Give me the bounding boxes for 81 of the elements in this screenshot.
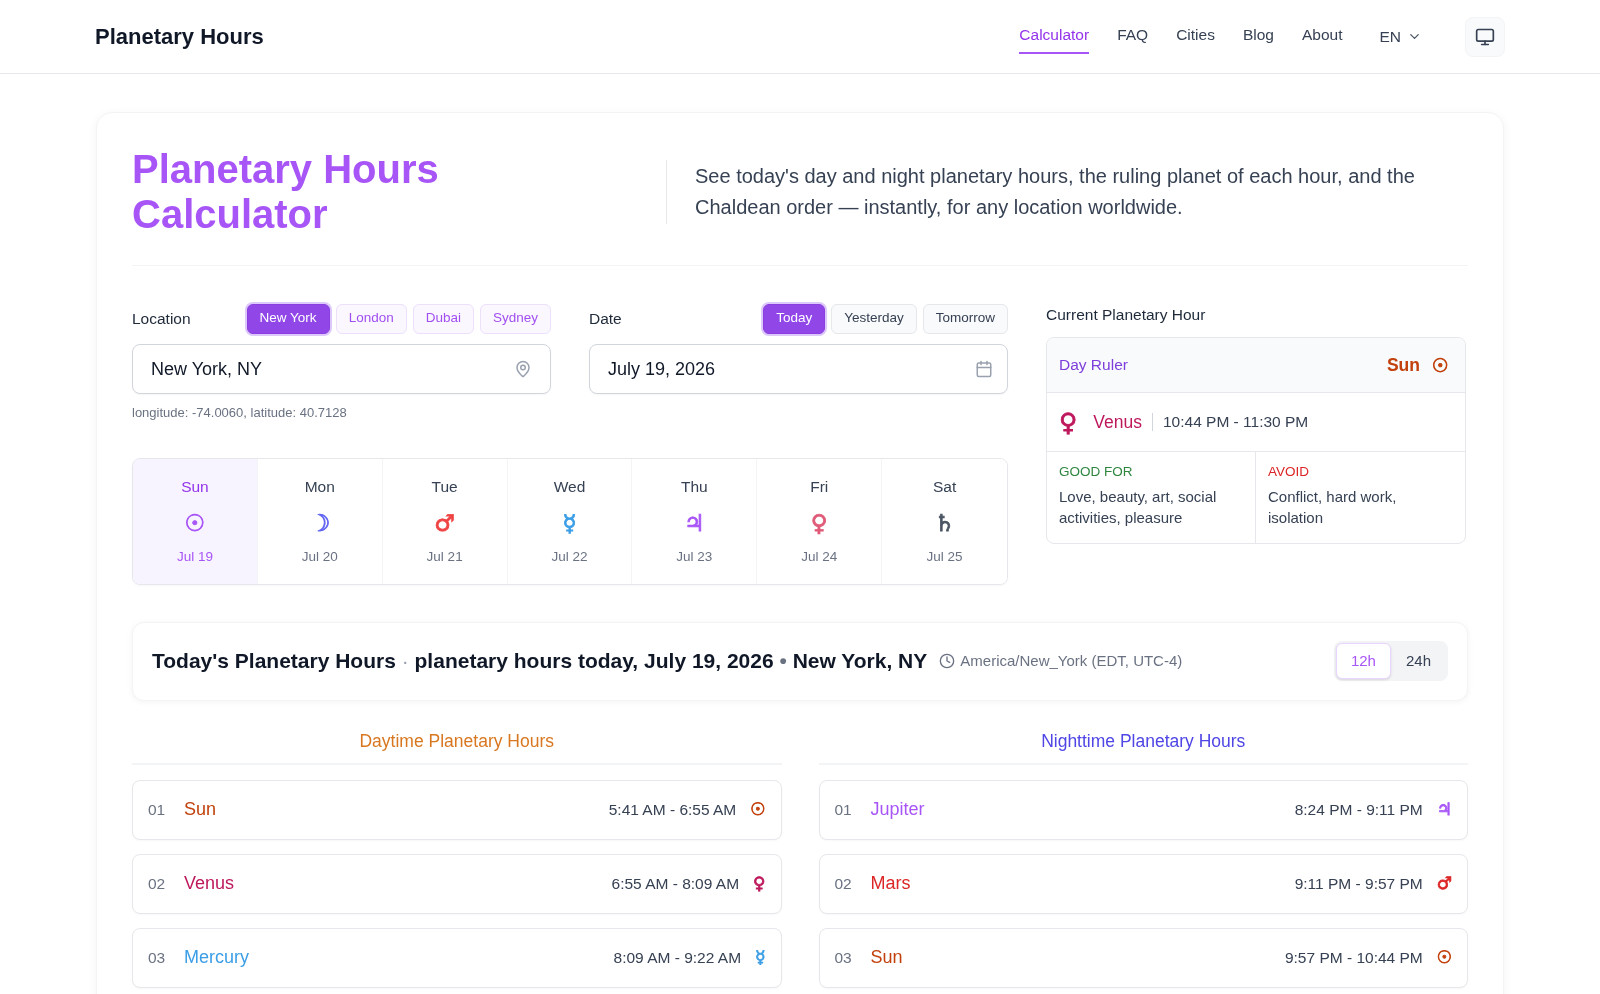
- nav-link[interactable]: Blog: [1242, 19, 1274, 54]
- timezone-text: America/New_York (EDT, UTC-4): [960, 650, 1183, 671]
- planet-name: Sun: [1386, 353, 1420, 377]
- hour-number: 03: [834, 947, 853, 968]
- planet-name: Sun: [184, 798, 217, 821]
- planet-symbol-icon: ♂: [1436, 875, 1452, 892]
- nav-link[interactable]: FAQ: [1117, 19, 1149, 54]
- hour-number: 02: [148, 873, 167, 894]
- nav-link[interactable]: Cities: [1176, 19, 1215, 54]
- language-select[interactable]: EN: [1379, 24, 1422, 49]
- good-for-text: Love, beauty, art, social activities, pleasure: [1059, 487, 1218, 529]
- planet-symbol-icon: ☿: [755, 949, 766, 966]
- day-button[interactable]: Yesterday: [831, 303, 917, 334]
- day-ruler-label: Day Ruler: [1059, 355, 1128, 376]
- column-heading: Daytime Planetary Hours: [132, 728, 782, 765]
- coordinates-text: longitude: -74.0060, latitude: 40.7128: [132, 404, 348, 422]
- planet-symbol-icon: ♃: [684, 512, 705, 535]
- format-tab[interactable]: 24h: [1390, 643, 1446, 679]
- city-button[interactable]: Sydney: [479, 303, 551, 334]
- planet-symbol-icon: ☿: [562, 512, 577, 535]
- clock-icon: [939, 653, 956, 669]
- planet-symbol-icon: ♂: [434, 512, 455, 535]
- planet-name: Mars: [870, 872, 911, 895]
- planet-symbol-icon: ☉: [1436, 949, 1452, 966]
- planet-name: Sun: [870, 946, 903, 969]
- nav-link[interactable]: Calculator: [1019, 19, 1090, 54]
- day-button[interactable]: Today: [763, 303, 826, 334]
- field-label: Date: [589, 308, 622, 329]
- weekday-tab[interactable]: Sat ♄ Jul 25: [882, 458, 1007, 584]
- city-button[interactable]: London: [335, 303, 407, 334]
- planet-symbol-icon: ♃: [1436, 801, 1452, 818]
- good-for-label: GOOD FOR: [1059, 463, 1134, 481]
- time-range: 9:57 PM - 10:44 PM: [1284, 947, 1423, 968]
- monitor-icon: [1475, 26, 1495, 47]
- planet-symbol-icon: ♀: [753, 875, 766, 892]
- map-pin-icon: [514, 360, 532, 378]
- time-range: 8:09 AM - 9:22 AM: [613, 947, 742, 968]
- weekday-tab[interactable]: Mon ☽ Jul 20: [257, 458, 383, 584]
- planet-symbol-icon: ♀: [810, 512, 828, 535]
- weekday-tab[interactable]: Tue ♂ Jul 21: [382, 458, 508, 584]
- location-input[interactable]: New York, NY: [132, 344, 551, 394]
- weekday-tab[interactable]: Wed ☿ Jul 22: [507, 458, 633, 584]
- date-input[interactable]: July 19, 2026: [589, 344, 1008, 394]
- planet-name: Mercury: [184, 946, 249, 969]
- weekday-tab[interactable]: Fri ♀ Jul 24: [757, 458, 883, 584]
- site-logo[interactable]: Planetary Hours: [95, 20, 264, 53]
- planet-name: Jupiter: [870, 798, 925, 821]
- planet-symbol-icon: ♀: [1059, 409, 1078, 435]
- page-description: See today's day and night planetary hours, the ruling planet of each hour, and the Chaldean order — instantly, for any location worldwide.: [695, 164, 1416, 220]
- hour-number: 02: [834, 873, 853, 894]
- time-range: 5:41 AM - 6:55 AM: [608, 799, 737, 820]
- time-range: 9:11 PM - 9:57 PM: [1294, 873, 1423, 894]
- planet-symbol-icon: ♄: [934, 512, 955, 535]
- avoid-text: Conflict, hard work, isolation: [1268, 487, 1398, 529]
- calendar-icon: [975, 360, 993, 378]
- planet-symbol-icon: ☉: [184, 512, 206, 535]
- time-range: 10:44 PM - 11:30 PM: [1162, 412, 1309, 433]
- city-button[interactable]: Dubai: [412, 303, 474, 334]
- time-range: 6:55 AM - 8:09 AM: [611, 873, 740, 894]
- nav-link[interactable]: About: [1301, 19, 1343, 54]
- format-tab[interactable]: 12h: [1335, 643, 1391, 679]
- weekday-tab[interactable]: Sun ☉ Jul 19: [133, 458, 258, 584]
- hour-number: 03: [148, 947, 167, 968]
- hour-number: 01: [148, 799, 167, 820]
- planet-name: Venus: [1093, 410, 1142, 434]
- city-button[interactable]: New York: [246, 303, 330, 334]
- schedule-heading: Today's Planetary Hours · planetary hours today, July 19, 2026 • New York, NY: [152, 648, 928, 675]
- planet-symbol-icon: ☉: [1431, 355, 1449, 375]
- day-button[interactable]: Tomorrow: [922, 303, 1008, 334]
- planet-symbol-icon: ☉: [750, 801, 766, 818]
- field-label: Location: [132, 308, 191, 329]
- panel-label: Current Planetary Hour: [1046, 305, 1207, 325]
- page-title: Planetary Hours Calculator: [132, 147, 440, 237]
- avoid-label: AVOID: [1268, 463, 1310, 481]
- planet-symbol-icon: ☽: [309, 512, 331, 535]
- hour-number: 01: [834, 799, 853, 820]
- planet-name: Venus: [184, 872, 235, 895]
- column-heading: Nighttime Planetary Hours: [818, 728, 1468, 765]
- time-range: 8:24 PM - 9:11 PM: [1294, 799, 1423, 820]
- weekday-tab[interactable]: Thu ♃ Jul 23: [632, 458, 758, 584]
- display-mode-button[interactable]: [1465, 16, 1505, 57]
